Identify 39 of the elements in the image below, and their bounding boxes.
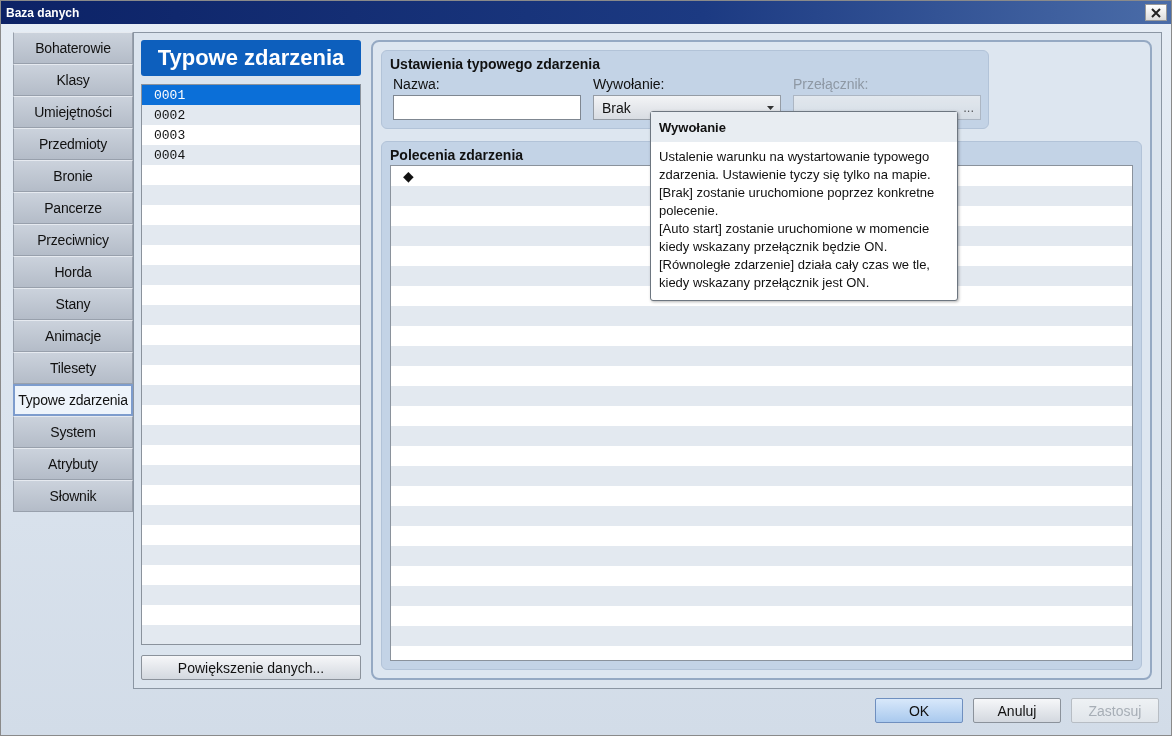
category-tab[interactable]: Pancerze xyxy=(13,192,133,224)
window-title: Baza danych xyxy=(6,5,80,20)
category-tab[interactable]: Przedmioty xyxy=(13,128,133,160)
list-item[interactable]: 0002 xyxy=(142,105,360,125)
tooltip-text: [Auto start] zostanie uruchomione w momencie kiedy wskazany przełącznik będzie ON. xyxy=(659,220,931,256)
expand-data-button[interactable]: Powiększenie danych... xyxy=(141,655,361,680)
list-title: Typowe zdarzenia xyxy=(141,40,361,76)
category-tab[interactable]: System xyxy=(13,416,133,448)
category-tab[interactable]: Słownik xyxy=(13,480,133,512)
category-tab[interactable]: Atrybuty xyxy=(13,448,133,480)
category-tab[interactable]: Typowe zdarzenia xyxy=(13,384,133,416)
close-button[interactable] xyxy=(1145,4,1167,21)
category-tab[interactable]: Horda xyxy=(13,256,133,288)
dialog-button[interactable]: Anuluj xyxy=(973,698,1061,723)
category-tab[interactable]: Przeciwnicy xyxy=(13,224,133,256)
tooltip-title: Wywołanie xyxy=(651,112,957,142)
tooltip-text: [Równoległe zdarzenie] działa cały czas we tle, kiedy wskazany przełącznik jest ON. xyxy=(659,256,931,292)
list-item[interactable]: 0003 xyxy=(142,125,360,145)
field-label: Nazwa: xyxy=(393,76,441,92)
panel-title: Ustawienia typowego zdarzenia xyxy=(390,56,601,72)
command-marker[interactable]: ◆ xyxy=(403,168,414,184)
tooltip-text: Ustalenie warunku na wystartowanie typowego zdarzenia. Ustawienie tyczy się tylko na mapie. xyxy=(659,148,932,184)
category-tab[interactable]: Animacje xyxy=(13,320,133,352)
field-label: Przełącznik: xyxy=(793,76,870,92)
category-tab[interactable]: Klasy xyxy=(13,64,133,96)
list-item[interactable]: 0001 xyxy=(142,85,360,105)
category-tab[interactable]: Stany xyxy=(13,288,133,320)
tooltip-text: [Brak] zostanie uruchomione poprzez konkretne polecenie. xyxy=(659,184,936,220)
category-tab[interactable]: Bronie xyxy=(13,160,133,192)
category-tab[interactable]: Bohaterowie xyxy=(13,32,133,64)
close-icon xyxy=(1151,7,1161,18)
dialog-button[interactable]: OK xyxy=(875,698,963,723)
panel-title: Polecenia zdarzenia xyxy=(390,147,524,163)
list-item[interactable]: 0004 xyxy=(142,145,360,165)
name-input-field[interactable] xyxy=(393,95,581,120)
field-label: Wywołanie: xyxy=(593,76,666,92)
dropdown-value: Brak xyxy=(602,99,631,116)
category-tab[interactable]: Tilesety xyxy=(13,352,133,384)
category-tab[interactable]: Umiejętności xyxy=(13,96,133,128)
